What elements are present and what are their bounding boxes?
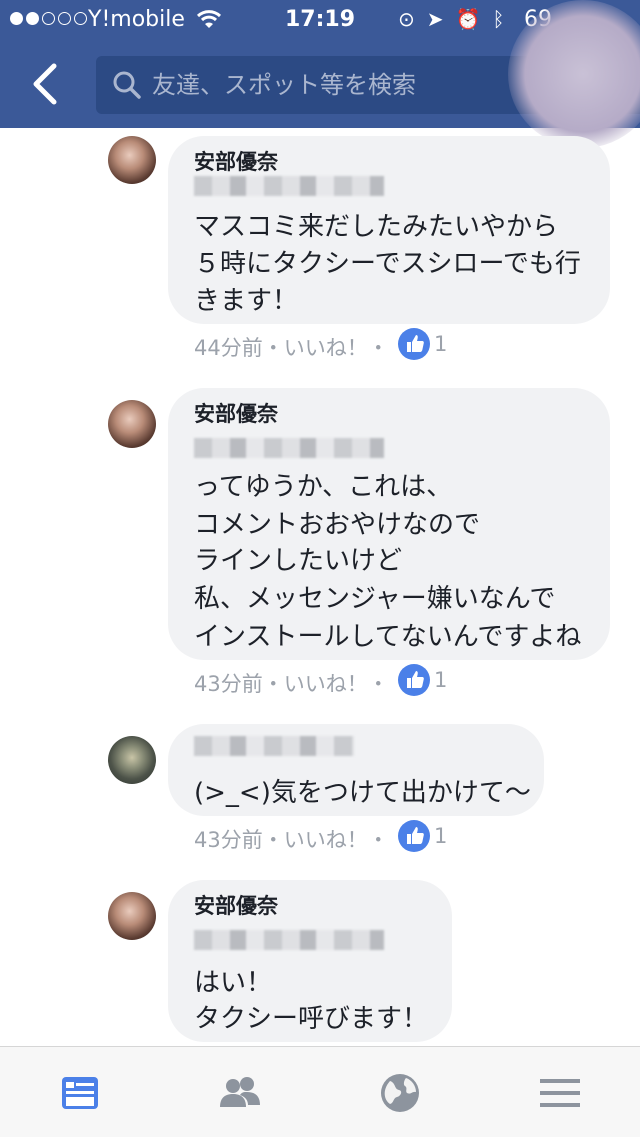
comment-bubble[interactable]: 安部優奈 ってゆうか、これは、 コメントおおやけなので ラインしたいけど 私、メ… — [168, 388, 610, 660]
comment-author[interactable]: 安部優奈 — [194, 890, 278, 920]
comment-text-line: 私、メッセンジャー嫌いなんで — [194, 584, 556, 614]
like-link[interactable]: いいね！ — [284, 672, 368, 696]
alarm-icon: ⏰ — [455, 7, 481, 31]
comment-meta: 43分前・いいね！・ — [194, 828, 389, 852]
back-arrow-icon[interactable] — [26, 62, 66, 106]
like-count: 1 — [434, 668, 448, 692]
pixelated-text — [194, 438, 384, 458]
like-reaction-icon[interactable] — [398, 820, 430, 852]
friends-icon[interactable] — [216, 1069, 264, 1117]
bluetooth-icon: ᛒ — [492, 7, 505, 31]
pixelated-author-name — [194, 736, 354, 756]
like-reaction-icon[interactable] — [398, 328, 430, 360]
comment-text-line: マスコミ来だしたみたいやから — [194, 212, 559, 242]
comment-author[interactable]: 安部優奈 — [194, 398, 278, 428]
avatar[interactable] — [108, 736, 156, 784]
comment-text-line: タクシー呼びます！ — [194, 1004, 429, 1034]
comment-time: 44分前 — [194, 336, 263, 360]
pixelated-text — [194, 930, 384, 950]
avatar[interactable] — [108, 400, 156, 448]
avatar[interactable] — [108, 892, 156, 940]
comment-bubble[interactable]: 安部優奈 マスコミ来だしたみたいやから ５時にタクシーでスシローでも行 きます！ — [168, 136, 610, 324]
pixelated-text — [194, 176, 384, 196]
comment-author[interactable]: 安部優奈 — [194, 146, 278, 176]
top-bar: Y!mobile 17:19 ⊙ ➤ ⏰ ᛒ 69 — [0, 0, 640, 148]
like-link[interactable]: いいね！ — [284, 336, 368, 360]
comment-time: 43分前 — [194, 828, 263, 852]
globe-icon[interactable] — [376, 1069, 424, 1117]
comment-meta: 43分前・いいね！・ — [194, 672, 389, 696]
comment-text-line: コメントおおやけなので — [194, 510, 481, 540]
comment-text-line: はい！ — [194, 968, 273, 998]
comment-text-line: きます！ — [194, 286, 299, 316]
comment-bubble[interactable]: 安部優奈 はい！ タクシー呼びます！ — [168, 880, 452, 1042]
comment-text-line: ってゆうか、これは、 — [194, 472, 453, 502]
location-icon: ➤ — [426, 7, 444, 31]
like-link[interactable]: いいね！ — [284, 828, 368, 852]
comment-time: 43分前 — [194, 672, 263, 696]
comment-meta: 44分前・いいね！・ — [194, 336, 389, 360]
comment-text-line: ５時にタクシーでスシローでも行 — [194, 249, 581, 279]
menu-icon[interactable] — [536, 1069, 584, 1117]
like-reaction-icon[interactable] — [398, 664, 430, 696]
comment-text-line: ラインしたいけど — [194, 546, 403, 576]
search-icon — [113, 71, 141, 99]
comment-bubble[interactable]: (>_<)気をつけて出かけて～ — [168, 724, 544, 816]
avatar[interactable] — [108, 136, 156, 184]
like-count: 1 — [434, 332, 448, 356]
comment-text-line: (>_<)気をつけて出かけて～ — [194, 778, 531, 808]
news-feed-icon[interactable] — [56, 1069, 104, 1117]
like-count: 1 — [434, 824, 448, 848]
bottom-tab-bar — [0, 1046, 640, 1137]
comment-text-line: インストールしてないんですよね — [194, 622, 582, 652]
rotation-lock-icon: ⊙ — [398, 7, 415, 31]
